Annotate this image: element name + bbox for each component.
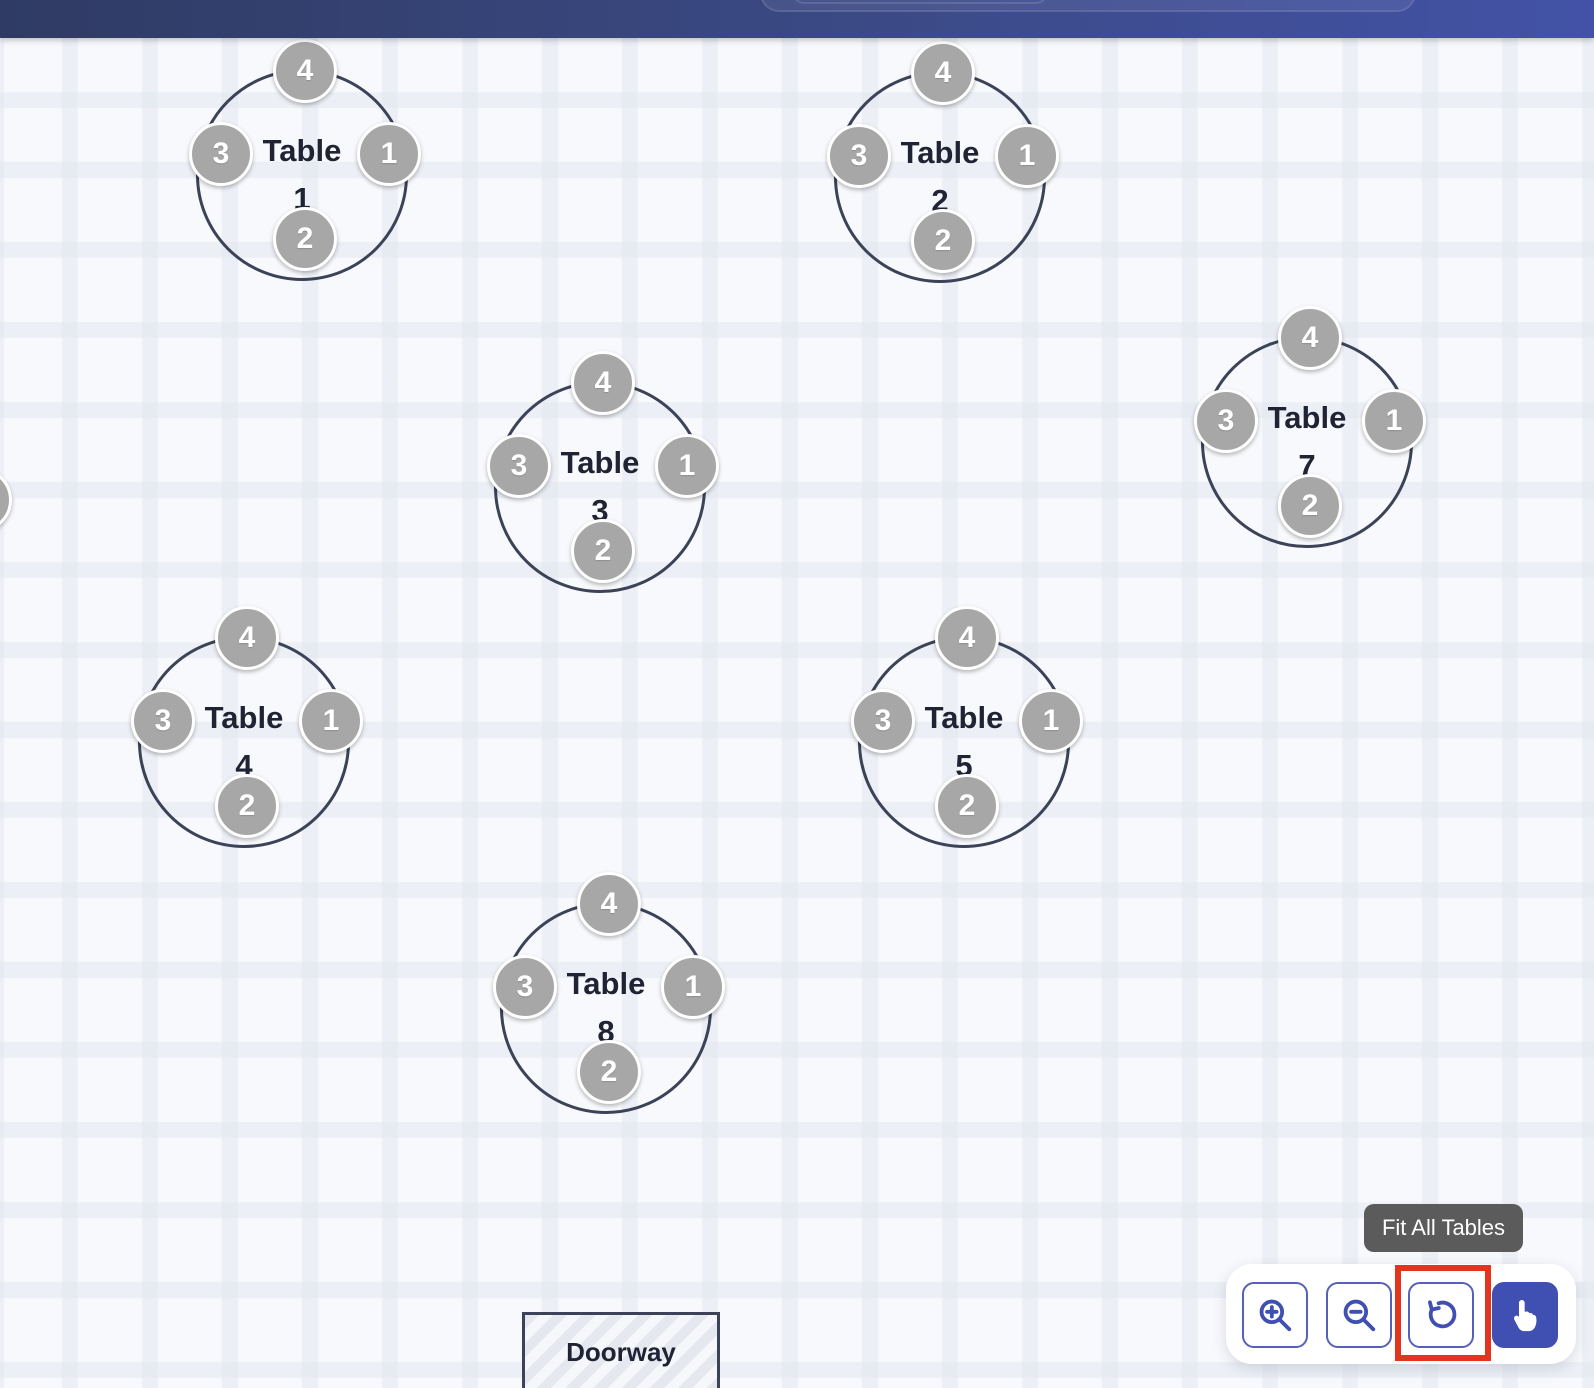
seat-1[interactable]: 1 — [299, 689, 363, 753]
seat-4[interactable]: 4 — [273, 39, 337, 103]
seat-4[interactable]: 4 — [911, 41, 975, 105]
seat-4[interactable]: 4 — [215, 606, 279, 670]
seat-1[interactable]: 1 — [1362, 389, 1426, 453]
table-2[interactable]: Table 2 4 1 2 3 — [827, 41, 1059, 283]
seat-3[interactable]: 3 — [851, 689, 915, 753]
floor-plan-canvas[interactable]: Table 1 4 1 2 3 Table 2 4 1 2 3 Table 3 4 1… — [0, 38, 1594, 1388]
zoom-in-icon — [1259, 1299, 1292, 1332]
seat-3[interactable]: 3 — [131, 689, 195, 753]
seat-2[interactable]: 2 — [215, 774, 279, 838]
table-5[interactable]: Table 5 4 1 2 3 — [851, 606, 1083, 848]
seat-4[interactable]: 4 — [577, 872, 641, 936]
table-8[interactable]: Table 8 4 1 2 3 — [493, 872, 725, 1114]
seat-2[interactable]: 2 — [577, 1040, 641, 1104]
table-3[interactable]: Table 3 4 1 2 3 — [487, 351, 719, 593]
table-4[interactable]: Table 4 4 1 2 3 — [131, 606, 363, 848]
doorway[interactable]: Doorway — [522, 1312, 720, 1388]
tooltip-text: Fit All Tables — [1381, 1215, 1506, 1240]
pan-mode-button[interactable] — [1492, 1282, 1558, 1348]
seat-3[interactable]: 3 — [827, 124, 891, 188]
fit-all-tables-tooltip: Fit All Tables — [1364, 1204, 1523, 1252]
seat-1[interactable]: 1 — [995, 124, 1059, 188]
table-7[interactable]: Table 7 4 1 2 3 — [1194, 306, 1426, 548]
zoom-toolbar — [1226, 1264, 1576, 1364]
seat-1[interactable]: 1 — [1019, 689, 1083, 753]
seat-4[interactable]: 4 — [935, 606, 999, 670]
top-navigation-bar — [0, 0, 1594, 38]
hand-pointer-icon — [1513, 1299, 1537, 1332]
seat-3[interactable]: 3 — [493, 955, 557, 1019]
seat-1[interactable]: 1 — [661, 955, 725, 1019]
seat-2[interactable]: 2 — [571, 519, 635, 583]
refresh-icon — [1428, 1300, 1457, 1329]
seat-2[interactable]: 2 — [273, 207, 337, 271]
zoom-out-icon — [1343, 1299, 1376, 1332]
seat-2[interactable]: 2 — [1278, 474, 1342, 538]
table-1[interactable]: Table 1 4 1 2 3 — [189, 39, 421, 281]
seat-1[interactable]: 1 — [357, 122, 421, 186]
seat-1[interactable]: 1 — [655, 434, 719, 498]
seat-3[interactable]: 3 — [487, 434, 551, 498]
fit-all-tables-button[interactable] — [1408, 1282, 1474, 1348]
doorway-label: Doorway — [566, 1337, 676, 1367]
seat-3[interactable]: 3 — [189, 122, 253, 186]
seat-4[interactable]: 4 — [1278, 306, 1342, 370]
offscreen-seat[interactable] — [0, 468, 12, 532]
seat-2[interactable]: 2 — [911, 209, 975, 273]
seat-3[interactable]: 3 — [1194, 389, 1258, 453]
seat-4[interactable]: 4 — [571, 351, 635, 415]
zoom-in-button[interactable] — [1242, 1282, 1308, 1348]
zoom-out-button[interactable] — [1326, 1282, 1392, 1348]
seat-2[interactable]: 2 — [935, 774, 999, 838]
top-bar-inner-pill[interactable] — [790, 0, 1050, 4]
